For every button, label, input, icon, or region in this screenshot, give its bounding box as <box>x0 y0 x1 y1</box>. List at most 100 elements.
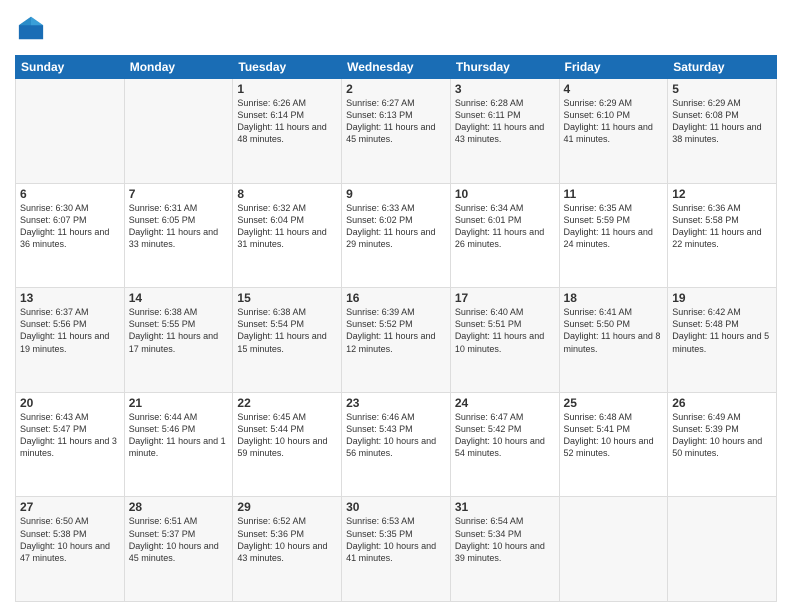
calendar-cell: 5Sunrise: 6:29 AM Sunset: 6:08 PM Daylig… <box>668 79 777 184</box>
cell-details: Sunrise: 6:27 AM Sunset: 6:13 PM Dayligh… <box>346 97 446 146</box>
cell-details: Sunrise: 6:47 AM Sunset: 5:42 PM Dayligh… <box>455 411 555 460</box>
calendar-cell <box>668 497 777 602</box>
calendar-cell: 24Sunrise: 6:47 AM Sunset: 5:42 PM Dayli… <box>450 392 559 497</box>
page: SundayMondayTuesdayWednesdayThursdayFrid… <box>0 0 792 612</box>
day-number: 25 <box>564 396 664 410</box>
logo-icon <box>17 14 45 42</box>
cell-details: Sunrise: 6:26 AM Sunset: 6:14 PM Dayligh… <box>237 97 337 146</box>
day-number: 8 <box>237 187 337 201</box>
cell-details: Sunrise: 6:54 AM Sunset: 5:34 PM Dayligh… <box>455 515 555 564</box>
calendar-cell: 17Sunrise: 6:40 AM Sunset: 5:51 PM Dayli… <box>450 288 559 393</box>
calendar-cell: 19Sunrise: 6:42 AM Sunset: 5:48 PM Dayli… <box>668 288 777 393</box>
weekday-header: Tuesday <box>233 56 342 79</box>
day-number: 6 <box>20 187 120 201</box>
day-number: 24 <box>455 396 555 410</box>
day-number: 23 <box>346 396 446 410</box>
day-number: 3 <box>455 82 555 96</box>
day-number: 19 <box>672 291 772 305</box>
calendar-cell: 21Sunrise: 6:44 AM Sunset: 5:46 PM Dayli… <box>124 392 233 497</box>
day-number: 17 <box>455 291 555 305</box>
calendar-cell <box>124 79 233 184</box>
day-number: 14 <box>129 291 229 305</box>
day-number: 20 <box>20 396 120 410</box>
weekday-header: Friday <box>559 56 668 79</box>
day-number: 22 <box>237 396 337 410</box>
cell-details: Sunrise: 6:50 AM Sunset: 5:38 PM Dayligh… <box>20 515 120 564</box>
day-number: 27 <box>20 500 120 514</box>
day-number: 18 <box>564 291 664 305</box>
calendar-week-row: 27Sunrise: 6:50 AM Sunset: 5:38 PM Dayli… <box>16 497 777 602</box>
calendar-cell: 7Sunrise: 6:31 AM Sunset: 6:05 PM Daylig… <box>124 183 233 288</box>
cell-details: Sunrise: 6:28 AM Sunset: 6:11 PM Dayligh… <box>455 97 555 146</box>
cell-details: Sunrise: 6:36 AM Sunset: 5:58 PM Dayligh… <box>672 202 772 251</box>
cell-details: Sunrise: 6:49 AM Sunset: 5:39 PM Dayligh… <box>672 411 772 460</box>
calendar-cell: 30Sunrise: 6:53 AM Sunset: 5:35 PM Dayli… <box>342 497 451 602</box>
calendar-cell <box>16 79 125 184</box>
weekday-header: Thursday <box>450 56 559 79</box>
calendar-cell: 9Sunrise: 6:33 AM Sunset: 6:02 PM Daylig… <box>342 183 451 288</box>
calendar-cell: 6Sunrise: 6:30 AM Sunset: 6:07 PM Daylig… <box>16 183 125 288</box>
cell-details: Sunrise: 6:53 AM Sunset: 5:35 PM Dayligh… <box>346 515 446 564</box>
cell-details: Sunrise: 6:45 AM Sunset: 5:44 PM Dayligh… <box>237 411 337 460</box>
calendar-cell: 13Sunrise: 6:37 AM Sunset: 5:56 PM Dayli… <box>16 288 125 393</box>
cell-details: Sunrise: 6:29 AM Sunset: 6:08 PM Dayligh… <box>672 97 772 146</box>
calendar-cell: 11Sunrise: 6:35 AM Sunset: 5:59 PM Dayli… <box>559 183 668 288</box>
calendar-cell: 29Sunrise: 6:52 AM Sunset: 5:36 PM Dayli… <box>233 497 342 602</box>
day-number: 16 <box>346 291 446 305</box>
cell-details: Sunrise: 6:33 AM Sunset: 6:02 PM Dayligh… <box>346 202 446 251</box>
cell-details: Sunrise: 6:39 AM Sunset: 5:52 PM Dayligh… <box>346 306 446 355</box>
calendar-cell: 2Sunrise: 6:27 AM Sunset: 6:13 PM Daylig… <box>342 79 451 184</box>
day-number: 31 <box>455 500 555 514</box>
calendar-body: 1Sunrise: 6:26 AM Sunset: 6:14 PM Daylig… <box>16 79 777 602</box>
cell-details: Sunrise: 6:34 AM Sunset: 6:01 PM Dayligh… <box>455 202 555 251</box>
calendar-cell: 3Sunrise: 6:28 AM Sunset: 6:11 PM Daylig… <box>450 79 559 184</box>
calendar-week-row: 1Sunrise: 6:26 AM Sunset: 6:14 PM Daylig… <box>16 79 777 184</box>
calendar-cell: 23Sunrise: 6:46 AM Sunset: 5:43 PM Dayli… <box>342 392 451 497</box>
calendar-cell: 26Sunrise: 6:49 AM Sunset: 5:39 PM Dayli… <box>668 392 777 497</box>
cell-details: Sunrise: 6:38 AM Sunset: 5:54 PM Dayligh… <box>237 306 337 355</box>
calendar-cell: 25Sunrise: 6:48 AM Sunset: 5:41 PM Dayli… <box>559 392 668 497</box>
calendar-cell: 12Sunrise: 6:36 AM Sunset: 5:58 PM Dayli… <box>668 183 777 288</box>
cell-details: Sunrise: 6:52 AM Sunset: 5:36 PM Dayligh… <box>237 515 337 564</box>
day-number: 4 <box>564 82 664 96</box>
day-number: 11 <box>564 187 664 201</box>
cell-details: Sunrise: 6:48 AM Sunset: 5:41 PM Dayligh… <box>564 411 664 460</box>
day-number: 1 <box>237 82 337 96</box>
cell-details: Sunrise: 6:32 AM Sunset: 6:04 PM Dayligh… <box>237 202 337 251</box>
cell-details: Sunrise: 6:46 AM Sunset: 5:43 PM Dayligh… <box>346 411 446 460</box>
calendar-cell: 31Sunrise: 6:54 AM Sunset: 5:34 PM Dayli… <box>450 497 559 602</box>
calendar-cell: 14Sunrise: 6:38 AM Sunset: 5:55 PM Dayli… <box>124 288 233 393</box>
day-number: 13 <box>20 291 120 305</box>
calendar-cell: 28Sunrise: 6:51 AM Sunset: 5:37 PM Dayli… <box>124 497 233 602</box>
cell-details: Sunrise: 6:30 AM Sunset: 6:07 PM Dayligh… <box>20 202 120 251</box>
weekday-header: Monday <box>124 56 233 79</box>
weekday-header: Wednesday <box>342 56 451 79</box>
calendar-week-row: 13Sunrise: 6:37 AM Sunset: 5:56 PM Dayli… <box>16 288 777 393</box>
calendar-cell <box>559 497 668 602</box>
calendar-table: SundayMondayTuesdayWednesdayThursdayFrid… <box>15 55 777 602</box>
day-number: 26 <box>672 396 772 410</box>
day-number: 7 <box>129 187 229 201</box>
weekday-header: Sunday <box>16 56 125 79</box>
cell-details: Sunrise: 6:42 AM Sunset: 5:48 PM Dayligh… <box>672 306 772 355</box>
calendar-cell: 20Sunrise: 6:43 AM Sunset: 5:47 PM Dayli… <box>16 392 125 497</box>
cell-details: Sunrise: 6:31 AM Sunset: 6:05 PM Dayligh… <box>129 202 229 251</box>
calendar-cell: 22Sunrise: 6:45 AM Sunset: 5:44 PM Dayli… <box>233 392 342 497</box>
day-number: 21 <box>129 396 229 410</box>
day-number: 30 <box>346 500 446 514</box>
cell-details: Sunrise: 6:38 AM Sunset: 5:55 PM Dayligh… <box>129 306 229 355</box>
weekday-header: Saturday <box>668 56 777 79</box>
day-number: 10 <box>455 187 555 201</box>
calendar-header-row: SundayMondayTuesdayWednesdayThursdayFrid… <box>16 56 777 79</box>
calendar-cell: 10Sunrise: 6:34 AM Sunset: 6:01 PM Dayli… <box>450 183 559 288</box>
cell-details: Sunrise: 6:51 AM Sunset: 5:37 PM Dayligh… <box>129 515 229 564</box>
day-number: 12 <box>672 187 772 201</box>
day-number: 2 <box>346 82 446 96</box>
calendar-cell: 16Sunrise: 6:39 AM Sunset: 5:52 PM Dayli… <box>342 288 451 393</box>
cell-details: Sunrise: 6:40 AM Sunset: 5:51 PM Dayligh… <box>455 306 555 355</box>
calendar-cell: 18Sunrise: 6:41 AM Sunset: 5:50 PM Dayli… <box>559 288 668 393</box>
calendar-cell: 4Sunrise: 6:29 AM Sunset: 6:10 PM Daylig… <box>559 79 668 184</box>
day-number: 9 <box>346 187 446 201</box>
calendar-week-row: 20Sunrise: 6:43 AM Sunset: 5:47 PM Dayli… <box>16 392 777 497</box>
calendar-cell: 27Sunrise: 6:50 AM Sunset: 5:38 PM Dayli… <box>16 497 125 602</box>
